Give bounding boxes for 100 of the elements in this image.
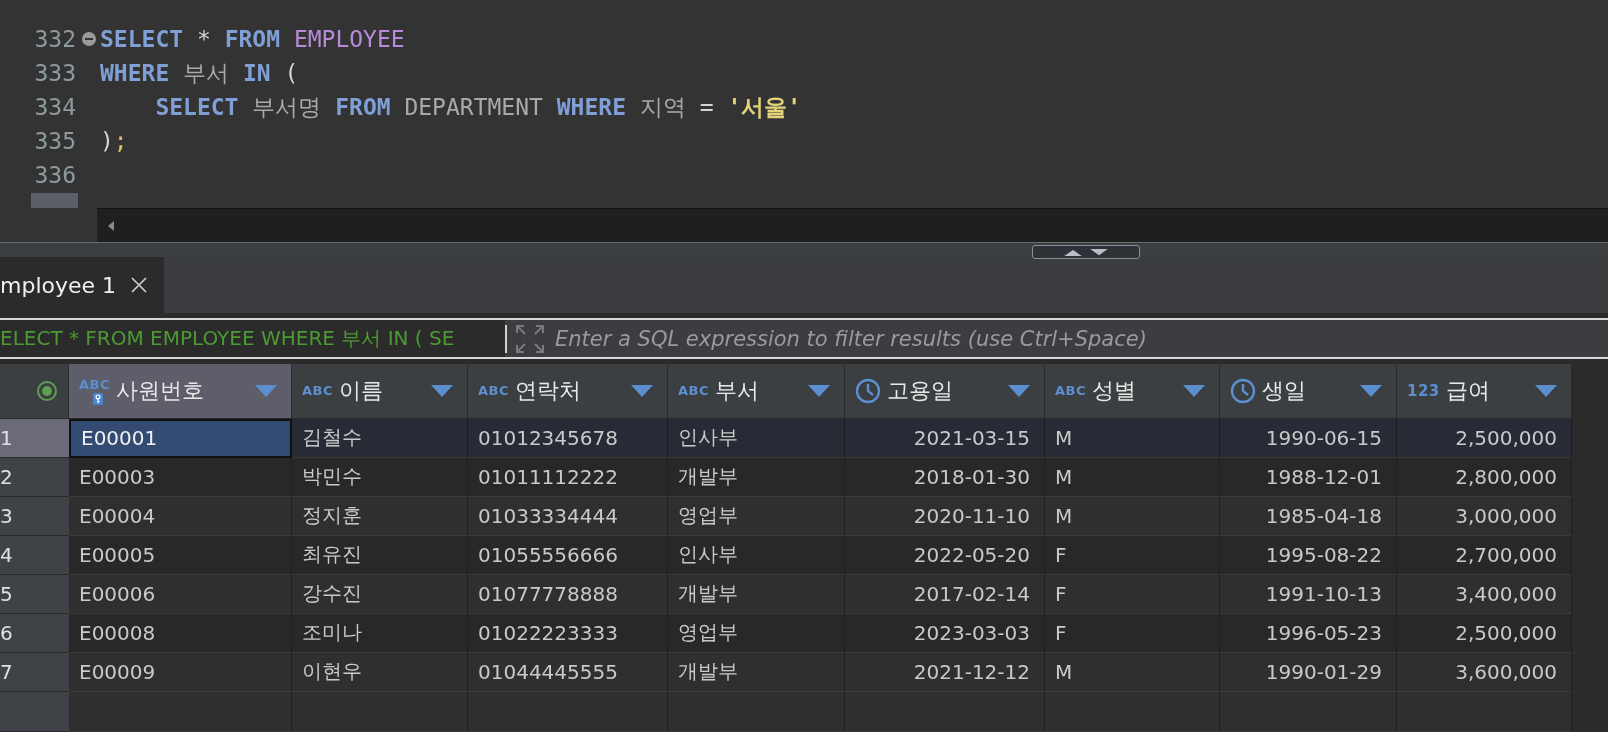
table-cell: E00008	[69, 614, 292, 653]
table-cell: 인사부	[668, 419, 845, 458]
table-cell: 01077778888	[468, 575, 668, 614]
line-number: 336	[33, 162, 77, 188]
table-cell: 01055556666	[468, 536, 668, 575]
table-cell: E00005	[69, 536, 292, 575]
type-label: ABC	[79, 377, 110, 392]
table-cell: M	[1045, 653, 1220, 692]
table-cell: 개발부	[668, 653, 845, 692]
table-cell: E00009	[69, 653, 292, 692]
splitter-handle[interactable]	[1032, 245, 1140, 259]
dropdown-icon[interactable]	[431, 385, 453, 397]
code-line: SELECT * FROM EMPLOYEE	[100, 26, 405, 52]
table-cell: 1996-05-23	[1220, 614, 1397, 653]
table-cell: 2021-12-12	[845, 653, 1045, 692]
expand-icon[interactable]	[515, 323, 545, 354]
table-cell: 1985-04-18	[1220, 497, 1397, 536]
dropdown-icon[interactable]	[255, 385, 277, 397]
dropdown-icon[interactable]	[1535, 385, 1557, 397]
row-number[interactable]: 7	[0, 653, 69, 692]
type-label: ABC	[678, 383, 709, 399]
table-cell: 3,400,000	[1397, 575, 1572, 614]
table-cell: 2,800,000	[1397, 458, 1572, 497]
dropdown-icon[interactable]	[1183, 385, 1205, 397]
table-cell: 2,500,000	[1397, 419, 1572, 458]
table-cell: 2017-02-14	[845, 575, 1045, 614]
line-number: 334	[33, 94, 77, 120]
code-line: WHERE 부서 IN (	[100, 58, 299, 88]
table-cell: F	[1045, 575, 1220, 614]
table-cell: 2022-05-20	[845, 536, 1045, 575]
table-cell: 박민수	[292, 458, 468, 497]
type-label: ABC	[302, 383, 333, 399]
table-cell: 3,600,000	[1397, 653, 1572, 692]
row-number[interactable]: 2	[0, 458, 69, 497]
table-cell: 01012345678	[468, 419, 668, 458]
table-cell: 01011112222	[468, 458, 668, 497]
row-number[interactable]: 3	[0, 497, 69, 536]
line-number: 332	[33, 26, 77, 52]
table-cell: F	[1045, 614, 1220, 653]
row-number[interactable]: 1	[0, 419, 69, 458]
table-cell: 김철수	[292, 419, 468, 458]
table-cell: 조미나	[292, 614, 468, 653]
table-cell: 최유진	[292, 536, 468, 575]
row-number[interactable]: 6	[0, 614, 69, 653]
code-line: );	[100, 128, 128, 154]
table-cell: M	[1045, 458, 1220, 497]
column-header[interactable]: ABC 연락처	[468, 364, 668, 419]
table-cell: 2020-11-10	[845, 497, 1045, 536]
table-cell: 개발부	[668, 575, 845, 614]
query-text: ELECT * FROM EMPLOYEE WHERE 부서 IN ( SE	[0, 320, 505, 357]
row-number[interactable]: 4	[0, 536, 69, 575]
type-label: 123	[1407, 382, 1440, 400]
dropdown-icon[interactable]	[808, 385, 830, 397]
current-line-highlight	[31, 193, 78, 208]
table-cell: 개발부	[668, 458, 845, 497]
dropdown-icon[interactable]	[1008, 385, 1030, 397]
table-cell: 3,000,000	[1397, 497, 1572, 536]
type-label: ABC	[1055, 383, 1086, 399]
horizontal-scrollbar[interactable]	[97, 208, 1608, 242]
clock-icon	[1230, 378, 1256, 404]
filter-input[interactable]: Enter a SQL expression to filter results (use Ctrl+Space)	[555, 320, 1608, 357]
table-cell: E00001	[69, 419, 292, 458]
table-cell: 2,700,000	[1397, 536, 1572, 575]
clock-icon	[855, 378, 881, 404]
table-cell: 2018-01-30	[845, 458, 1045, 497]
table-cell: 정지훈	[292, 497, 468, 536]
table-cell: 1990-01-29	[1220, 653, 1397, 692]
filter-bar[interactable]: ELECT * FROM EMPLOYEE WHERE 부서 IN ( SE Enter a SQL expression to filter results (use Ctrl+Space)	[0, 318, 1608, 359]
row-header-cell	[0, 692, 69, 732]
close-icon[interactable]	[130, 276, 149, 295]
record-mode-icon[interactable]	[36, 380, 58, 402]
table-cell: E00006	[69, 575, 292, 614]
dropdown-icon[interactable]	[1360, 385, 1382, 397]
type-label: ABC	[478, 383, 509, 399]
column-header[interactable]: ABC 부서	[668, 364, 845, 419]
fold-icon[interactable]	[81, 31, 97, 47]
table-cell: 1995-08-22	[1220, 536, 1397, 575]
table-cell: 이현우	[292, 653, 468, 692]
table-cell: 영업부	[668, 497, 845, 536]
table-cell: 2023-03-03	[845, 614, 1045, 653]
row-number[interactable]: 5	[0, 575, 69, 614]
column-header[interactable]: 고용일	[845, 364, 1045, 419]
results-tab[interactable]: mployee 1	[0, 257, 165, 314]
scroll-left-icon[interactable]	[107, 220, 115, 231]
column-header[interactable]: ABC 사원번호	[69, 364, 292, 419]
table-cell: 01022223333	[468, 614, 668, 653]
table-cell: 2021-03-15	[845, 419, 1045, 458]
table-cell: F	[1045, 536, 1220, 575]
code-line: SELECT 부서명 FROM DEPARTMENT WHERE 지역 = '서울'	[154, 92, 802, 122]
table-cell: 2,500,000	[1397, 614, 1572, 653]
table-cell: E00004	[69, 497, 292, 536]
dropdown-icon[interactable]	[631, 385, 653, 397]
table-cell: 인사부	[668, 536, 845, 575]
table-cell: M	[1045, 497, 1220, 536]
column-header[interactable]: ABC 이름	[292, 364, 468, 419]
table-cell: 01044445555	[468, 653, 668, 692]
column-header[interactable]: 생일	[1220, 364, 1397, 419]
table-cell: M	[1045, 419, 1220, 458]
column-header[interactable]: 123 급여	[1397, 364, 1572, 419]
column-header[interactable]: ABC 성별	[1045, 364, 1220, 419]
